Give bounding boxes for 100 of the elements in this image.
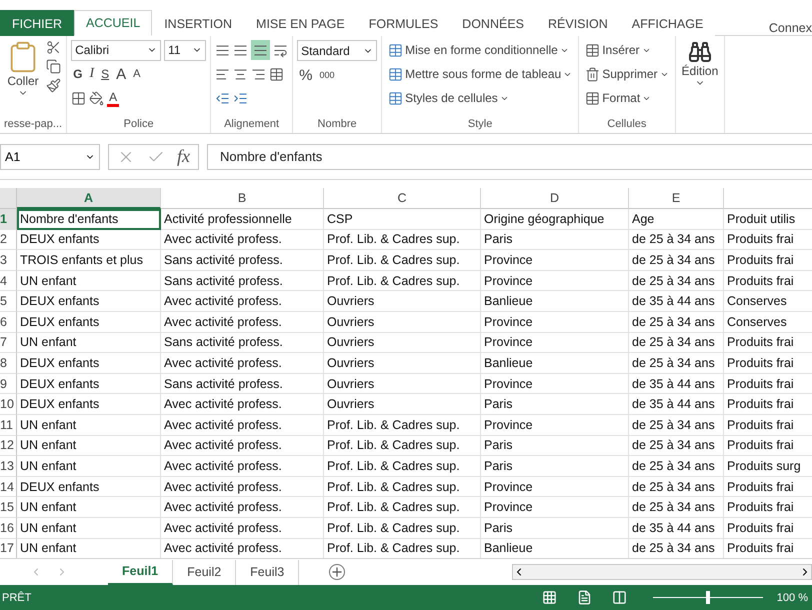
font-size-field[interactable]: 11 <box>164 40 206 60</box>
table-cell: Produits frai <box>724 353 812 374</box>
table-cell: de 25 à 34 ans <box>629 230 724 250</box>
row-header[interactable]: 9 <box>0 374 17 394</box>
row-header[interactable]: 7 <box>0 332 17 354</box>
column-header[interactable]: E <box>629 188 724 209</box>
column-header[interactable]: D <box>481 188 629 209</box>
percent-button[interactable]: % <box>297 65 314 85</box>
page-break-icon[interactable] <box>612 590 627 605</box>
group-label: Police <box>122 117 155 132</box>
table-cell: Age <box>629 209 724 230</box>
table-cell: UN enfant <box>17 332 161 354</box>
table-cell: de 25 à 34 ans <box>629 270 724 292</box>
align-middle-icon[interactable] <box>233 42 248 58</box>
cells-menu-button[interactable]: Insérer <box>583 40 671 60</box>
table-cell: Ouvriers <box>324 332 481 354</box>
row-header[interactable]: 4 <box>0 270 17 292</box>
table-cell: Prof. Lib. & Cadres sup. <box>324 436 481 456</box>
bold-button[interactable]: G <box>71 64 84 84</box>
align-right-icon[interactable] <box>251 66 266 82</box>
wrap-text-icon[interactable] <box>273 42 288 58</box>
normal-view-icon[interactable] <box>542 590 557 605</box>
table-cell: Sans activité profess. <box>161 270 324 292</box>
table-cell: Province <box>481 312 629 333</box>
trash-icon <box>585 66 600 82</box>
font-name-field[interactable]: Calibri <box>71 40 162 60</box>
row-header[interactable]: 11 <box>0 414 17 436</box>
align-center-icon[interactable] <box>233 66 248 82</box>
style-menu-button[interactable]: Mise en forme conditionnelle <box>386 40 574 60</box>
insert-function-button[interactable]: fx <box>177 146 190 167</box>
copy-icon[interactable] <box>46 59 61 74</box>
grow-font-button[interactable]: A <box>114 64 128 84</box>
formula-field[interactable]: Nombre d'enfants <box>207 144 812 170</box>
row-header[interactable]: 1 <box>0 209 17 230</box>
row-header[interactable]: 12 <box>0 436 17 456</box>
style-menu-button[interactable]: Styles de cellules <box>386 88 574 108</box>
row-header[interactable]: 3 <box>0 250 17 271</box>
indent-icon[interactable] <box>233 90 248 106</box>
row-header[interactable]: 5 <box>0 291 17 312</box>
table-cell: Produit utilis <box>724 209 812 230</box>
row-header[interactable]: 10 <box>0 394 17 415</box>
table-cell: UN enfant <box>17 414 161 436</box>
table-cell: DEUX enfants <box>17 291 161 312</box>
row-header[interactable]: 15 <box>0 497 17 518</box>
table-cell: Paris <box>481 518 629 538</box>
table-cell: Banlieue <box>481 353 629 374</box>
row-header[interactable]: 2 <box>0 230 17 250</box>
ribbon-tab[interactable]: FICHIER <box>0 10 74 36</box>
table-cell: Province <box>481 250 629 271</box>
table-cell: Avec activité profess. <box>161 476 324 498</box>
italic-button[interactable]: I <box>87 64 96 84</box>
table-cell: Ouvriers <box>324 353 481 374</box>
column-header[interactable]: C <box>324 188 481 209</box>
scissors-icon[interactable] <box>46 40 61 55</box>
page-layout-icon[interactable] <box>576 590 592 605</box>
table-cell: Produits frai <box>724 332 812 354</box>
cells-menu-button[interactable]: Format <box>583 88 671 108</box>
sheet-tab[interactable]: Feuil1 <box>108 560 174 584</box>
table-cell: Produits frai <box>724 374 812 394</box>
row-header[interactable]: 14 <box>0 476 17 498</box>
horizontal-scrollbar[interactable] <box>512 564 812 580</box>
align-top-icon[interactable] <box>215 42 230 58</box>
thousands-button[interactable]: 000 <box>317 65 336 85</box>
font-color-button[interactable]: A <box>107 89 120 107</box>
cells-menu-button[interactable]: Supprimer <box>583 64 671 84</box>
add-sheet-icon[interactable] <box>329 564 346 580</box>
name-box[interactable]: A1 <box>0 144 100 170</box>
underline-button[interactable]: S <box>99 64 112 84</box>
table-cell: de 25 à 34 ans <box>629 353 724 374</box>
borders-icon[interactable] <box>71 90 86 106</box>
group-label: Cellules <box>606 117 648 132</box>
table-cell: de 35 à 44 ans <box>629 394 724 415</box>
ribbon-tab[interactable]: ACCUEIL <box>74 10 152 36</box>
row-header[interactable]: 17 <box>0 538 17 558</box>
table-cell: Sans activité profess. <box>161 374 324 394</box>
row-header[interactable]: 6 <box>0 312 17 333</box>
sign-in-link[interactable]: Connex <box>768 21 812 35</box>
row-header[interactable]: 16 <box>0 518 17 538</box>
row-header[interactable]: 13 <box>0 456 17 477</box>
number-format-field[interactable]: Standard <box>297 40 378 61</box>
merge-icon[interactable] <box>269 66 284 82</box>
paste-button[interactable]: Coller <box>4 40 42 115</box>
table-cell: Produits frai <box>724 394 812 415</box>
column-header[interactable]: B <box>161 188 324 209</box>
table-cell: Province <box>481 497 629 518</box>
table-cell: DEUX enfants <box>17 230 161 250</box>
paintbrush-icon[interactable] <box>46 78 61 93</box>
table-cell: Ouvriers <box>324 312 481 333</box>
row-header[interactable]: 8 <box>0 353 17 374</box>
outdent-icon[interactable] <box>215 90 230 106</box>
table-icon <box>388 90 404 106</box>
editing-button[interactable]: Édition <box>680 40 720 133</box>
align-bottom-button[interactable] <box>251 40 270 60</box>
fill-color-icon[interactable] <box>89 90 104 106</box>
table-cell: Avec activité profess. <box>161 414 324 436</box>
align-left-icon[interactable] <box>215 66 230 82</box>
style-menu-button[interactable]: Mettre sous forme de tableau <box>386 64 574 84</box>
column-header[interactable]: A <box>17 188 161 209</box>
table-cell: UN enfant <box>17 518 161 538</box>
shrink-font-button[interactable]: A <box>131 64 142 84</box>
